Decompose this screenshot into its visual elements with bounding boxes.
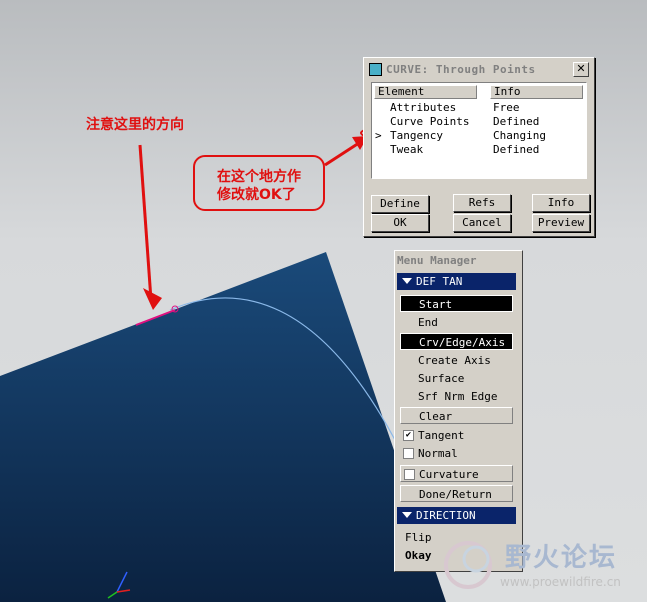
menu-item-start[interactable]: Start [400, 295, 513, 312]
col-header-element[interactable]: Element [374, 85, 477, 99]
list-item[interactable]: Attributes Free [372, 101, 586, 115]
menu-manager-title[interactable]: Menu Manager [397, 253, 520, 269]
menu-item-curvature[interactable]: Curvature [400, 465, 513, 482]
collapse-triangle-icon [402, 278, 412, 284]
menu-item-srf-nrm-edge[interactable]: Srf Nrm Edge [400, 388, 513, 405]
dialog-titlebar[interactable]: CURVE: Through Points ✕ [367, 61, 591, 78]
watermark-url: www.proewildfire.cn [500, 575, 621, 589]
curvature-label: Curvature [419, 468, 479, 481]
dialog-app-icon [369, 63, 382, 76]
annotation-arrow-down [138, 144, 153, 301]
define-button[interactable]: Define [371, 195, 429, 213]
dialog-title: CURVE: Through Points [386, 63, 536, 76]
element-list[interactable]: Element Info Attributes Free Curve Point… [371, 82, 587, 179]
element-info: Defined [493, 143, 540, 156]
def-tan-header[interactable]: DEF TAN [397, 273, 516, 290]
normal-label: Normal [418, 447, 458, 460]
refs-button[interactable]: Refs [453, 194, 511, 212]
direction-label: DIRECTION [416, 509, 476, 522]
current-row-arrow: > [375, 129, 382, 142]
element-info: Defined [493, 115, 540, 128]
curve-through-points-dialog: CURVE: Through Points ✕ Element Info Att… [363, 57, 595, 237]
element-name: Tangency [390, 129, 443, 142]
list-item[interactable]: Tweak Defined [372, 143, 586, 157]
tangent-label: Tangent [418, 429, 465, 442]
menu-item-clear[interactable]: Clear [400, 407, 513, 424]
watermark-title: 野火论坛 [505, 543, 618, 573]
forum-watermark: 野火论坛 www.proewildfire.cn [440, 535, 640, 597]
element-info: Changing [493, 129, 546, 142]
direction-annotation: 注意这里的方向 [86, 117, 184, 133]
menu-item-crv-edge-axis[interactable]: Crv/Edge/Axis [400, 333, 513, 350]
preview-button[interactable]: Preview [532, 214, 590, 232]
surface-face [0, 252, 446, 602]
modify-annotation-line2: 修改就OK了 [217, 187, 296, 203]
menu-item-end[interactable]: End [400, 314, 513, 331]
annotation-arrowhead-down [143, 288, 162, 310]
list-item[interactable]: > Tangency Changing [372, 129, 586, 143]
normal-checkbox-icon[interactable] [403, 448, 414, 459]
menu-item-normal[interactable]: Normal [400, 445, 513, 462]
element-name: Tweak [390, 143, 424, 156]
menu-item-tangent[interactable]: ✔ Tangent [400, 427, 513, 444]
menu-manager-panel: Menu Manager DEF TAN Start End Crv/Edge/… [394, 250, 523, 572]
menu-item-create-axis[interactable]: Create Axis [400, 352, 513, 369]
ok-button[interactable]: OK [371, 214, 429, 232]
col-header-info[interactable]: Info [490, 85, 583, 99]
def-tan-label: DEF TAN [416, 275, 463, 288]
info-button[interactable]: Info [532, 194, 590, 212]
modify-annotation-box: 在这个地方作 修改就OK了 [193, 155, 325, 211]
element-info: Free [493, 101, 520, 114]
menu-item-surface[interactable]: Surface [400, 370, 513, 387]
forum-logo-icon [444, 541, 492, 589]
direction-header[interactable]: DIRECTION [397, 507, 516, 524]
annotation-arrow-right [324, 139, 363, 167]
menu-item-flip[interactable]: Flip [405, 529, 432, 546]
menu-item-done-return[interactable]: Done/Return [400, 485, 513, 502]
list-item[interactable]: Curve Points Defined [372, 115, 586, 129]
element-name: Curve Points [390, 115, 470, 128]
collapse-triangle-icon [402, 512, 412, 518]
element-name: Attributes [390, 101, 457, 114]
modify-annotation-line1: 在这个地方作 [217, 169, 301, 185]
menu-item-okay[interactable]: Okay [405, 547, 432, 564]
close-icon[interactable]: ✕ [573, 62, 589, 77]
curvature-checkbox-icon[interactable] [404, 469, 415, 480]
tangent-checkbox-icon[interactable]: ✔ [403, 430, 414, 441]
cancel-button[interactable]: Cancel [453, 214, 511, 232]
